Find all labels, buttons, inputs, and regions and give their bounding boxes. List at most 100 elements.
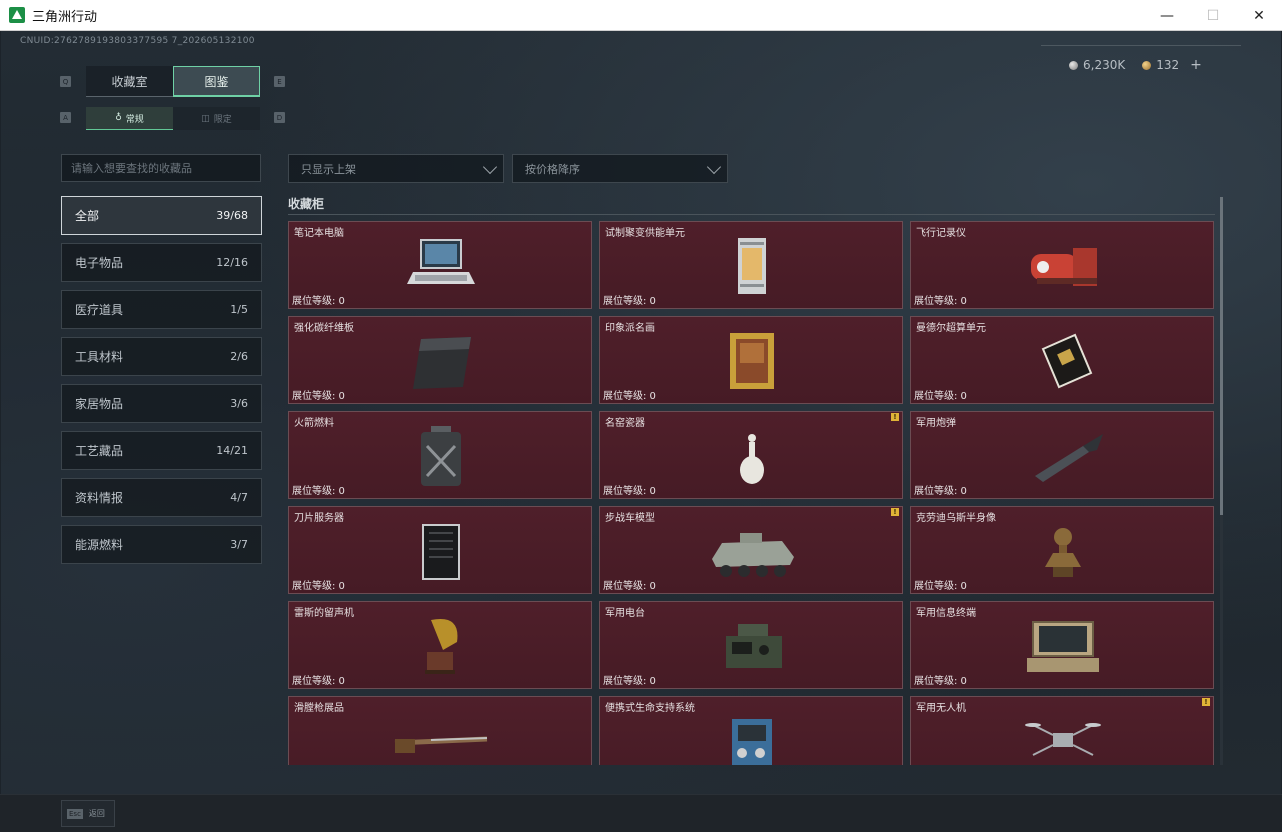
category-count: 14/21 bbox=[216, 444, 248, 457]
chevron-down-icon bbox=[706, 159, 722, 175]
close-button[interactable]: ✕ bbox=[1236, 0, 1282, 31]
category-electronics[interactable]: 电子物品 12/16 bbox=[61, 243, 262, 282]
app-logo-icon bbox=[9, 7, 25, 23]
collection-item-card[interactable]: 滑膛枪展品 bbox=[288, 696, 592, 765]
collection-item-card[interactable]: 雷斯的留声机 展位等级: 0 bbox=[288, 601, 592, 689]
collection-item-card[interactable]: 军用信息终端 展位等级: 0 bbox=[910, 601, 1214, 689]
category-count: 3/6 bbox=[230, 397, 248, 410]
item-name: 军用无人机 bbox=[916, 703, 966, 714]
military-radio-icon bbox=[726, 624, 782, 668]
booth-level: 展位等级: 0 bbox=[603, 676, 656, 687]
collection-item-card[interactable]: 军用炮弹展位等级: 0 bbox=[910, 411, 1214, 499]
booth-level: 展位等级: 0 bbox=[914, 581, 967, 592]
back-button[interactable]: Esc 返回 bbox=[61, 800, 115, 827]
item-name: 刀片服务器 bbox=[294, 513, 344, 524]
item-name: 曼德尔超算单元 bbox=[916, 323, 986, 334]
subtab-regular[interactable]: ♁ 常规 bbox=[86, 107, 173, 130]
collection-item-card[interactable]: 便携式生命支持系统 bbox=[599, 696, 903, 765]
collection-item-card[interactable]: 步战车模型 展位等级: 0! bbox=[599, 506, 903, 594]
category-count: 4/7 bbox=[230, 491, 248, 504]
category-count: 3/7 bbox=[230, 538, 248, 551]
subtab-limited[interactable]: ◫ 限定 bbox=[173, 107, 260, 130]
next-subtab-key-hint: D bbox=[274, 112, 285, 123]
back-label: 返回 bbox=[88, 809, 105, 818]
booth-level: 展位等级: 0 bbox=[292, 581, 345, 592]
collection-item-card[interactable]: 军用电台展位等级: 0 bbox=[599, 601, 903, 689]
gold-coin-icon bbox=[1142, 60, 1152, 70]
item-name: 名窑瓷器 bbox=[605, 418, 645, 429]
add-currency-button[interactable]: + bbox=[1190, 57, 1202, 73]
category-household[interactable]: 家居物品 3/6 bbox=[61, 384, 262, 423]
search-input[interactable]: 请输入想要查找的收藏品 bbox=[61, 154, 261, 182]
alert-badge-icon: ! bbox=[891, 508, 899, 516]
booth-level: 展位等级: 0 bbox=[603, 581, 656, 592]
booth-level: 展位等级: 0 bbox=[603, 486, 656, 497]
regular-icon: ♁ bbox=[115, 113, 122, 123]
item-name: 滑膛枪展品 bbox=[294, 703, 344, 714]
category-medical[interactable]: 医疗道具 1/5 bbox=[61, 290, 262, 329]
tab-collection-room[interactable]: 收藏室 bbox=[86, 66, 173, 97]
currency-bar: 6,230K 132 + bbox=[1069, 57, 1202, 73]
item-name: 雷斯的留声机 bbox=[294, 608, 354, 619]
item-name: 火箭燃料 bbox=[294, 418, 334, 429]
booth-level: 展位等级: 0 bbox=[292, 391, 345, 402]
bottom-bar: Esc 返回 bbox=[0, 794, 1282, 832]
show-filter-dropdown[interactable]: 只显示上架 bbox=[288, 154, 504, 183]
silver-coin-icon bbox=[1069, 60, 1078, 70]
esc-key-hint: Esc bbox=[67, 808, 83, 819]
category-label: 工艺藏品 bbox=[75, 444, 124, 458]
show-filter-label: 只显示上架 bbox=[301, 162, 356, 176]
collection-item-card[interactable]: 火箭燃料 展位等级: 0 bbox=[288, 411, 592, 499]
item-name: 笔记本电脑 bbox=[294, 228, 344, 239]
minimize-button[interactable]: — bbox=[1144, 0, 1190, 31]
main-tabs: 收藏室 图鉴 bbox=[86, 66, 260, 97]
item-name: 军用电台 bbox=[605, 608, 645, 619]
tab-codex[interactable]: 图鉴 bbox=[173, 66, 260, 97]
collection-item-card[interactable]: 笔记本电脑 展位等级: 0 bbox=[288, 221, 592, 309]
collection-item-card[interactable]: 飞行记录仪 展位等级: 0 bbox=[910, 221, 1214, 309]
collection-item-card[interactable]: 名窑瓷器 展位等级: 0! bbox=[599, 411, 903, 499]
booth-level: 展位等级: 0 bbox=[914, 486, 967, 497]
collection-item-card[interactable]: 印象派名画 展位等级: 0 bbox=[599, 316, 903, 404]
collection-item-card[interactable]: 试制聚变供能单元 展位等级: 0 bbox=[599, 221, 903, 309]
drone-icon bbox=[1025, 723, 1101, 756]
item-name: 克劳迪乌斯半身像 bbox=[916, 513, 996, 524]
porcelain-vase-icon bbox=[740, 434, 764, 484]
collection-item-card[interactable]: 克劳迪乌斯半身像 展位等级: 0 bbox=[910, 506, 1214, 594]
category-count: 2/6 bbox=[230, 350, 248, 363]
next-tab-key-hint: E bbox=[274, 76, 285, 87]
category-count: 1/5 bbox=[230, 303, 248, 316]
category-all[interactable]: 全部 39/68 bbox=[61, 196, 262, 235]
collection-item-card[interactable]: 军用无人机! bbox=[910, 696, 1214, 765]
window-controls: — ☐ ✕ bbox=[1144, 0, 1282, 31]
info-terminal-icon bbox=[1027, 621, 1099, 672]
supercomputer-unit-icon bbox=[1041, 333, 1093, 389]
sort-dropdown[interactable]: 按价格降序 bbox=[512, 154, 728, 183]
category-label: 医疗道具 bbox=[75, 303, 124, 317]
category-intel[interactable]: 资料情报 4/7 bbox=[61, 478, 262, 517]
category-crafts[interactable]: 工艺藏品 14/21 bbox=[61, 431, 262, 470]
category-tools[interactable]: 工具材料 2/6 bbox=[61, 337, 262, 376]
limited-icon: ◫ bbox=[201, 113, 210, 124]
scrollbar-thumb[interactable] bbox=[1220, 197, 1223, 515]
collection-item-card[interactable]: 强化碳纤维板 展位等级: 0 bbox=[288, 316, 592, 404]
collection-item-card[interactable]: 刀片服务器展位等级: 0 bbox=[288, 506, 592, 594]
item-name: 飞行记录仪 bbox=[916, 228, 966, 239]
blade-server-icon bbox=[422, 524, 460, 580]
sort-label: 按价格降序 bbox=[525, 162, 580, 176]
window-titlebar: 三角洲行动 — ☐ ✕ bbox=[0, 0, 1282, 31]
booth-level: 展位等级: 0 bbox=[292, 676, 345, 687]
fuel-canister-icon bbox=[421, 426, 461, 486]
item-name: 军用炮弹 bbox=[916, 418, 956, 429]
category-count: 12/16 bbox=[216, 256, 248, 269]
header-divider bbox=[1041, 45, 1241, 46]
collection-grid-viewport: 笔记本电脑 展位等级: 0 试制聚变供能单元 展位等级: 0 飞行记录仪 展位等级: 0强… bbox=[288, 221, 1215, 765]
gold-amount: 132 bbox=[1156, 58, 1180, 72]
ifv-model-icon bbox=[712, 533, 794, 577]
category-label: 全部 bbox=[75, 209, 100, 223]
collection-item-card[interactable]: 曼德尔超算单元 展位等级: 0 bbox=[910, 316, 1214, 404]
item-name: 强化碳纤维板 bbox=[294, 323, 354, 334]
subtab-regular-label: 常规 bbox=[125, 114, 144, 125]
maximize-button[interactable]: ☐ bbox=[1190, 0, 1236, 31]
category-energy[interactable]: 能源燃料 3/7 bbox=[61, 525, 262, 564]
